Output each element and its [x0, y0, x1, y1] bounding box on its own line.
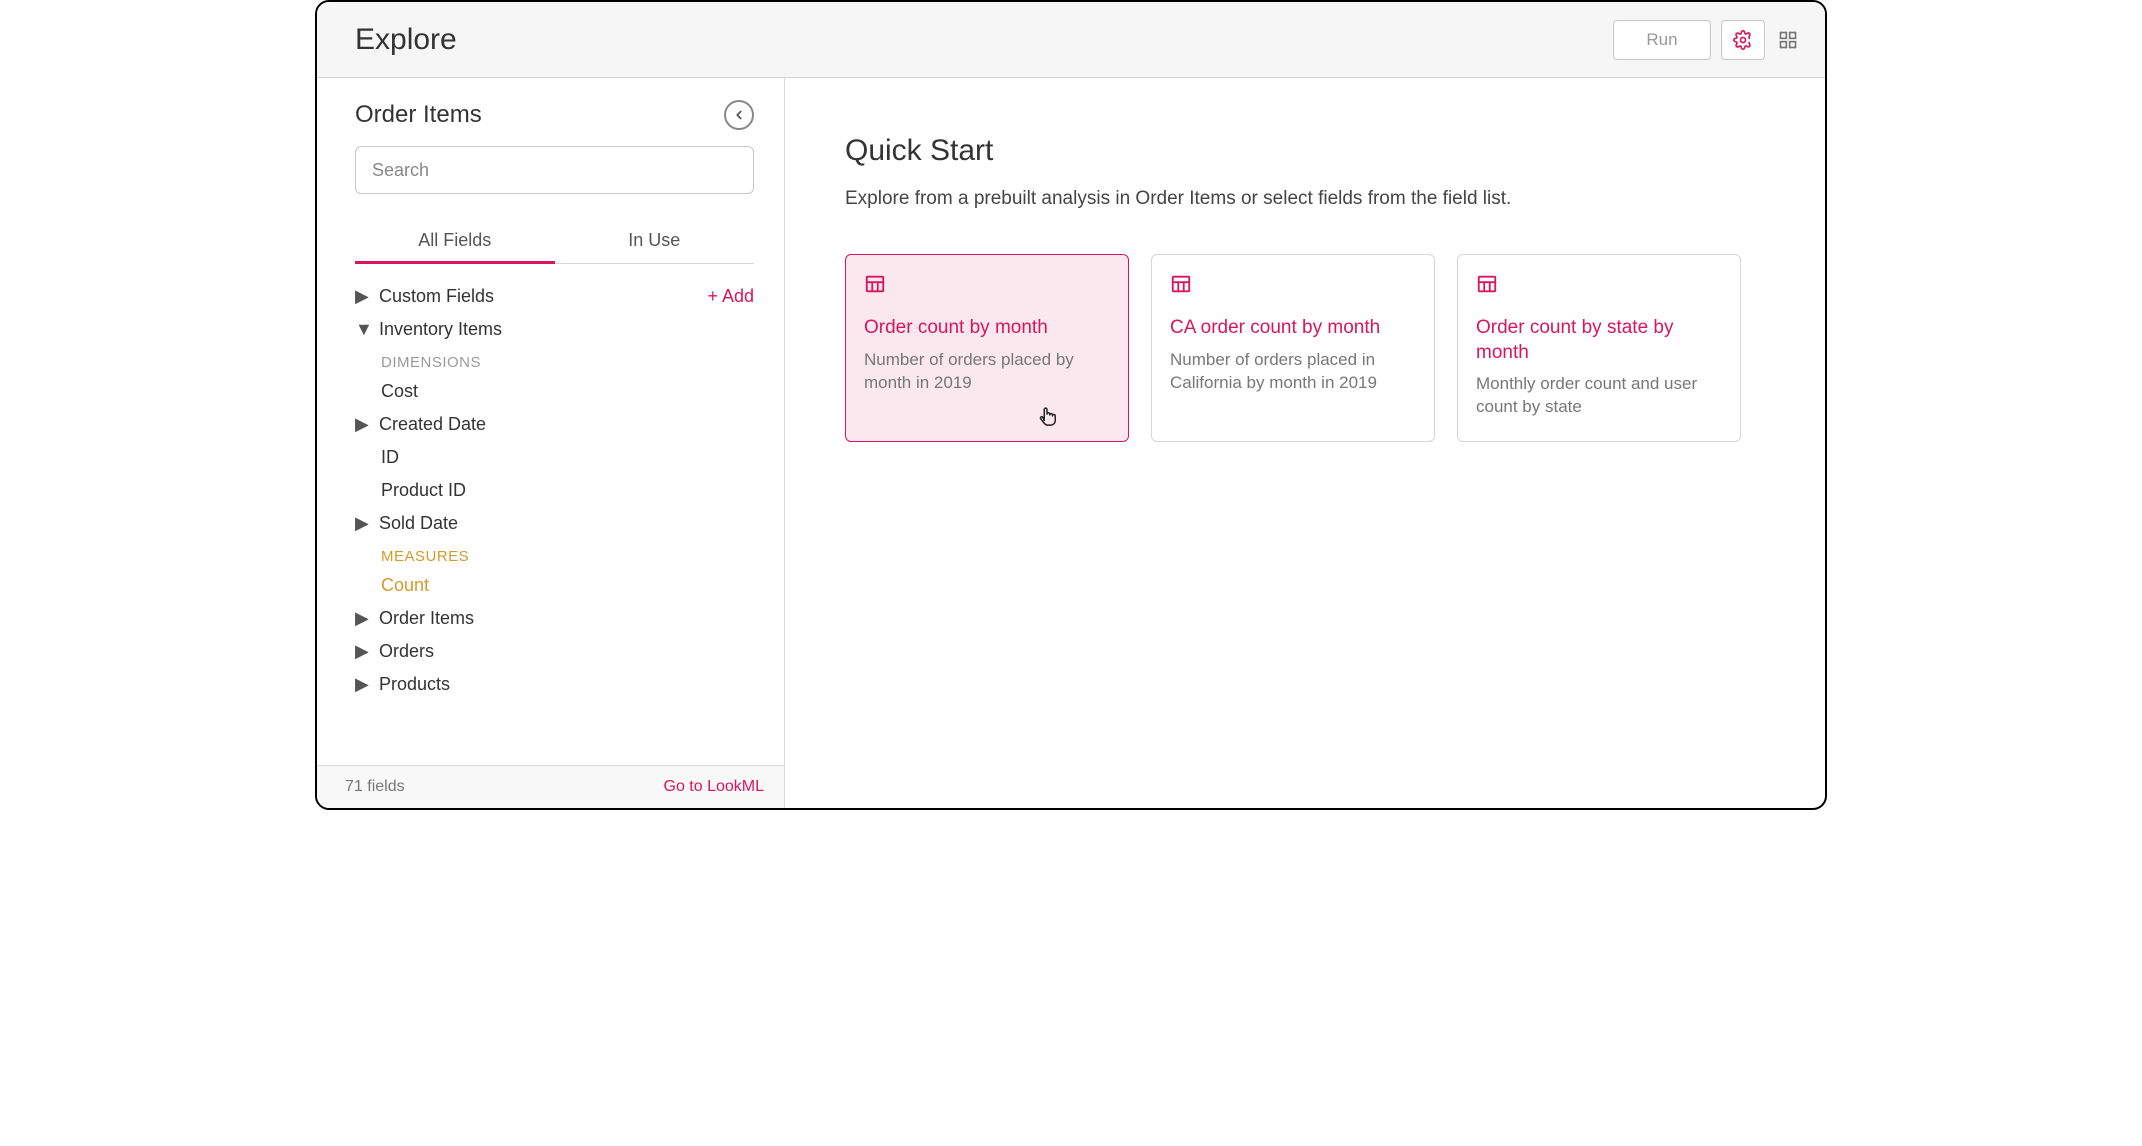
caret-right-icon: ▶ — [355, 286, 373, 307]
card-title: Order count by month — [864, 316, 1110, 341]
field-cost[interactable]: Cost — [381, 375, 754, 408]
collapse-sidebar-button[interactable] — [724, 100, 754, 130]
search-input[interactable] — [355, 146, 754, 194]
measures-heading: MEASURES — [381, 548, 754, 565]
table-icon — [864, 273, 1110, 300]
field-picker-sidebar: Order Items All Fields In Use ▶ Custom F… — [317, 78, 785, 808]
caret-right-icon: ▶ — [355, 414, 373, 435]
card-description: Monthly order count and user count by st… — [1476, 373, 1722, 419]
card-description: Number of orders placed by month in 2019 — [864, 349, 1110, 395]
quick-start-card[interactable]: Order count by month Number of orders pl… — [845, 254, 1129, 442]
tab-in-use[interactable]: In Use — [555, 218, 755, 263]
gear-icon — [1733, 30, 1753, 50]
cursor-pointer-icon — [1036, 402, 1058, 433]
custom-fields-group[interactable]: Custom Fields — [379, 286, 494, 307]
grid-icon — [1778, 30, 1798, 50]
caret-down-icon: ▼ — [355, 319, 373, 340]
field-id[interactable]: ID — [381, 441, 754, 474]
table-icon — [1170, 273, 1416, 300]
add-custom-field-button[interactable]: + Add — [707, 286, 754, 307]
dimensions-heading: DIMENSIONS — [381, 354, 754, 371]
field-sold-date[interactable]: ▶ Sold Date — [355, 507, 754, 540]
page-title: Explore — [355, 23, 457, 57]
quick-start-subtitle: Explore from a prebuilt analysis in Orde… — [845, 188, 1765, 210]
explore-name: Order Items — [355, 101, 482, 129]
tab-all-fields[interactable]: All Fields — [355, 218, 555, 263]
inventory-items-group[interactable]: Inventory Items — [379, 319, 754, 340]
card-title: Order count by state by month — [1476, 316, 1722, 365]
topbar: Explore Run — [317, 2, 1825, 78]
field-count[interactable]: Count — [381, 569, 754, 602]
dashboard-grid-button[interactable] — [1771, 20, 1805, 60]
caret-right-icon: ▶ — [355, 641, 373, 662]
caret-right-icon: ▶ — [355, 674, 373, 695]
quick-start-heading: Quick Start — [845, 134, 1765, 168]
quick-start-card[interactable]: CA order count by month Number of orders… — [1151, 254, 1435, 442]
quick-start-card[interactable]: Order count by state by month Monthly or… — [1457, 254, 1741, 442]
order-items-group[interactable]: ▶ Order Items — [355, 602, 754, 635]
orders-group[interactable]: ▶ Orders — [355, 635, 754, 668]
main-content: Quick Start Explore from a prebuilt anal… — [785, 78, 1825, 808]
table-icon — [1476, 273, 1722, 300]
products-group[interactable]: ▶ Products — [355, 668, 754, 701]
card-description: Number of orders placed in California by… — [1170, 349, 1416, 395]
card-title: CA order count by month — [1170, 316, 1416, 341]
field-product-id[interactable]: Product ID — [381, 474, 754, 507]
chevron-left-icon — [732, 108, 746, 122]
run-button[interactable]: Run — [1613, 20, 1711, 60]
caret-right-icon: ▶ — [355, 608, 373, 629]
field-created-date[interactable]: ▶ Created Date — [355, 408, 754, 441]
settings-button[interactable] — [1721, 20, 1765, 60]
go-to-lookml-link[interactable]: Go to LookML — [664, 778, 765, 796]
field-count-label: 71 fields — [345, 778, 405, 796]
caret-right-icon: ▶ — [355, 513, 373, 534]
